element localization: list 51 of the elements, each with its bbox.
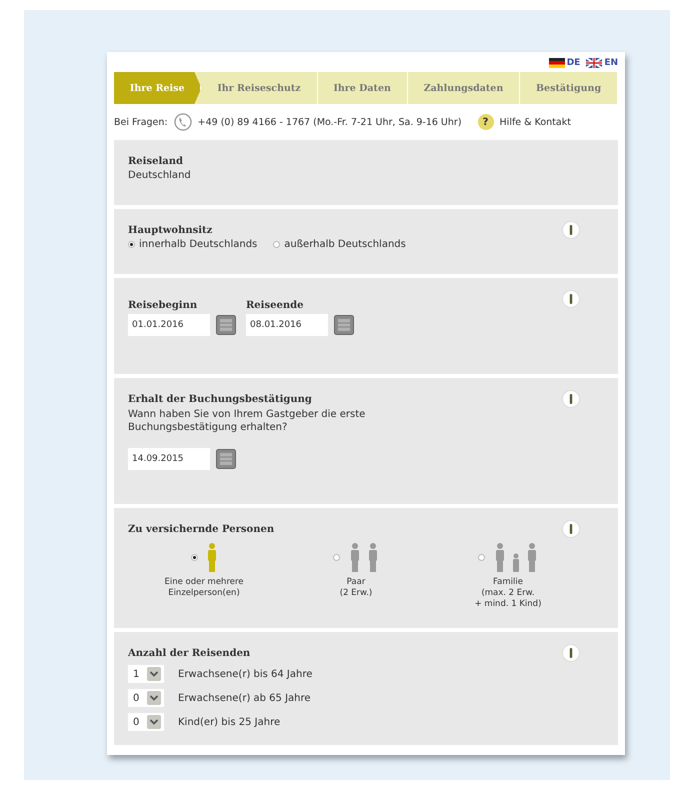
- option-label: Eine oder mehrere Einzelperson(en): [164, 577, 244, 600]
- help-link[interactable]: Hilfe & Kontakt: [500, 116, 571, 128]
- calendar-icon[interactable]: [216, 449, 236, 469]
- dropdown-icon: [147, 715, 161, 730]
- date-field[interactable]: 08.01.2016: [246, 314, 328, 336]
- count-select[interactable]: 0: [128, 713, 164, 732]
- info-icon[interactable]: [562, 644, 580, 662]
- dropdown-icon: [147, 691, 161, 706]
- date-field[interactable]: 14.09.2015: [128, 448, 210, 470]
- option-label: Paar (2 Erw.): [340, 577, 372, 600]
- contact-label: Bei Fragen:: [114, 116, 168, 128]
- info-icon[interactable]: [562, 520, 580, 538]
- person-icon: [206, 542, 218, 572]
- dropdown-icon: [147, 667, 161, 682]
- radio-button[interactable]: [478, 554, 484, 560]
- question-text: Wann haben Sie von Ihrem Gastgeber die erste Buchungsbestätigung erhalten?: [128, 408, 366, 434]
- flag-icon[interactable]: [548, 58, 565, 68]
- info-icon[interactable]: [562, 290, 580, 308]
- field-label: Reisebeginn: [128, 300, 198, 311]
- flag-icon[interactable]: [586, 58, 602, 68]
- radio-button[interactable]: [190, 554, 198, 560]
- radio-button[interactable]: [332, 554, 340, 560]
- calendar-icon[interactable]: [334, 315, 354, 335]
- radio-option[interactable]: innerhalb Deutschlands: [128, 239, 258, 250]
- count-label: Kind(er) bis 25 Jahre: [178, 716, 280, 728]
- help-icon[interactable]: ?: [478, 114, 494, 130]
- language-link[interactable]: DE: [566, 58, 580, 68]
- phone-number: +49 (0) 89 4166 - 1767 (Mo.-Fr. 7-21 Uhr, Sa. 9-16 Uhr): [198, 116, 462, 128]
- field-label: Reiseende: [246, 300, 304, 311]
- count-select[interactable]: 1: [128, 665, 164, 684]
- count-label: Erwachsene(r) ab 65 Jahre: [178, 692, 311, 704]
- phone-icon: [174, 113, 192, 131]
- info-icon[interactable]: [562, 390, 580, 408]
- step-tab[interactable]: Ihre Daten: [318, 72, 408, 104]
- radio-option[interactable]: außerhalb Deutschlands: [273, 239, 406, 250]
- info-icon[interactable]: [562, 221, 580, 239]
- date-field[interactable]: 01.01.2016: [128, 314, 210, 336]
- calendar-icon[interactable]: [216, 315, 236, 335]
- step-tab[interactable]: Zahlungsdaten: [408, 72, 520, 104]
- step-tab[interactable]: Ihr Reiseschutz: [201, 72, 318, 104]
- step-tab[interactable]: Bestätigung: [520, 72, 618, 104]
- count-select[interactable]: 0: [128, 689, 164, 708]
- language-link[interactable]: EN: [604, 58, 618, 68]
- section-title: Hauptwohnsitz: [128, 225, 212, 236]
- section-title: Erhalt der Buchungsbestätigung: [128, 394, 312, 405]
- country-value: Deutschland: [128, 170, 192, 183]
- section-title: Reiseland: [128, 156, 184, 167]
- section-title: Zu versichernde Personen: [128, 524, 274, 535]
- section-title: Anzahl der Reisenden: [128, 648, 250, 660]
- option-label: Familie (max. 2 Erw. + mind. 1 Kind): [474, 577, 542, 610]
- count-label: Erwachsene(r) bis 64 Jahre: [178, 668, 312, 680]
